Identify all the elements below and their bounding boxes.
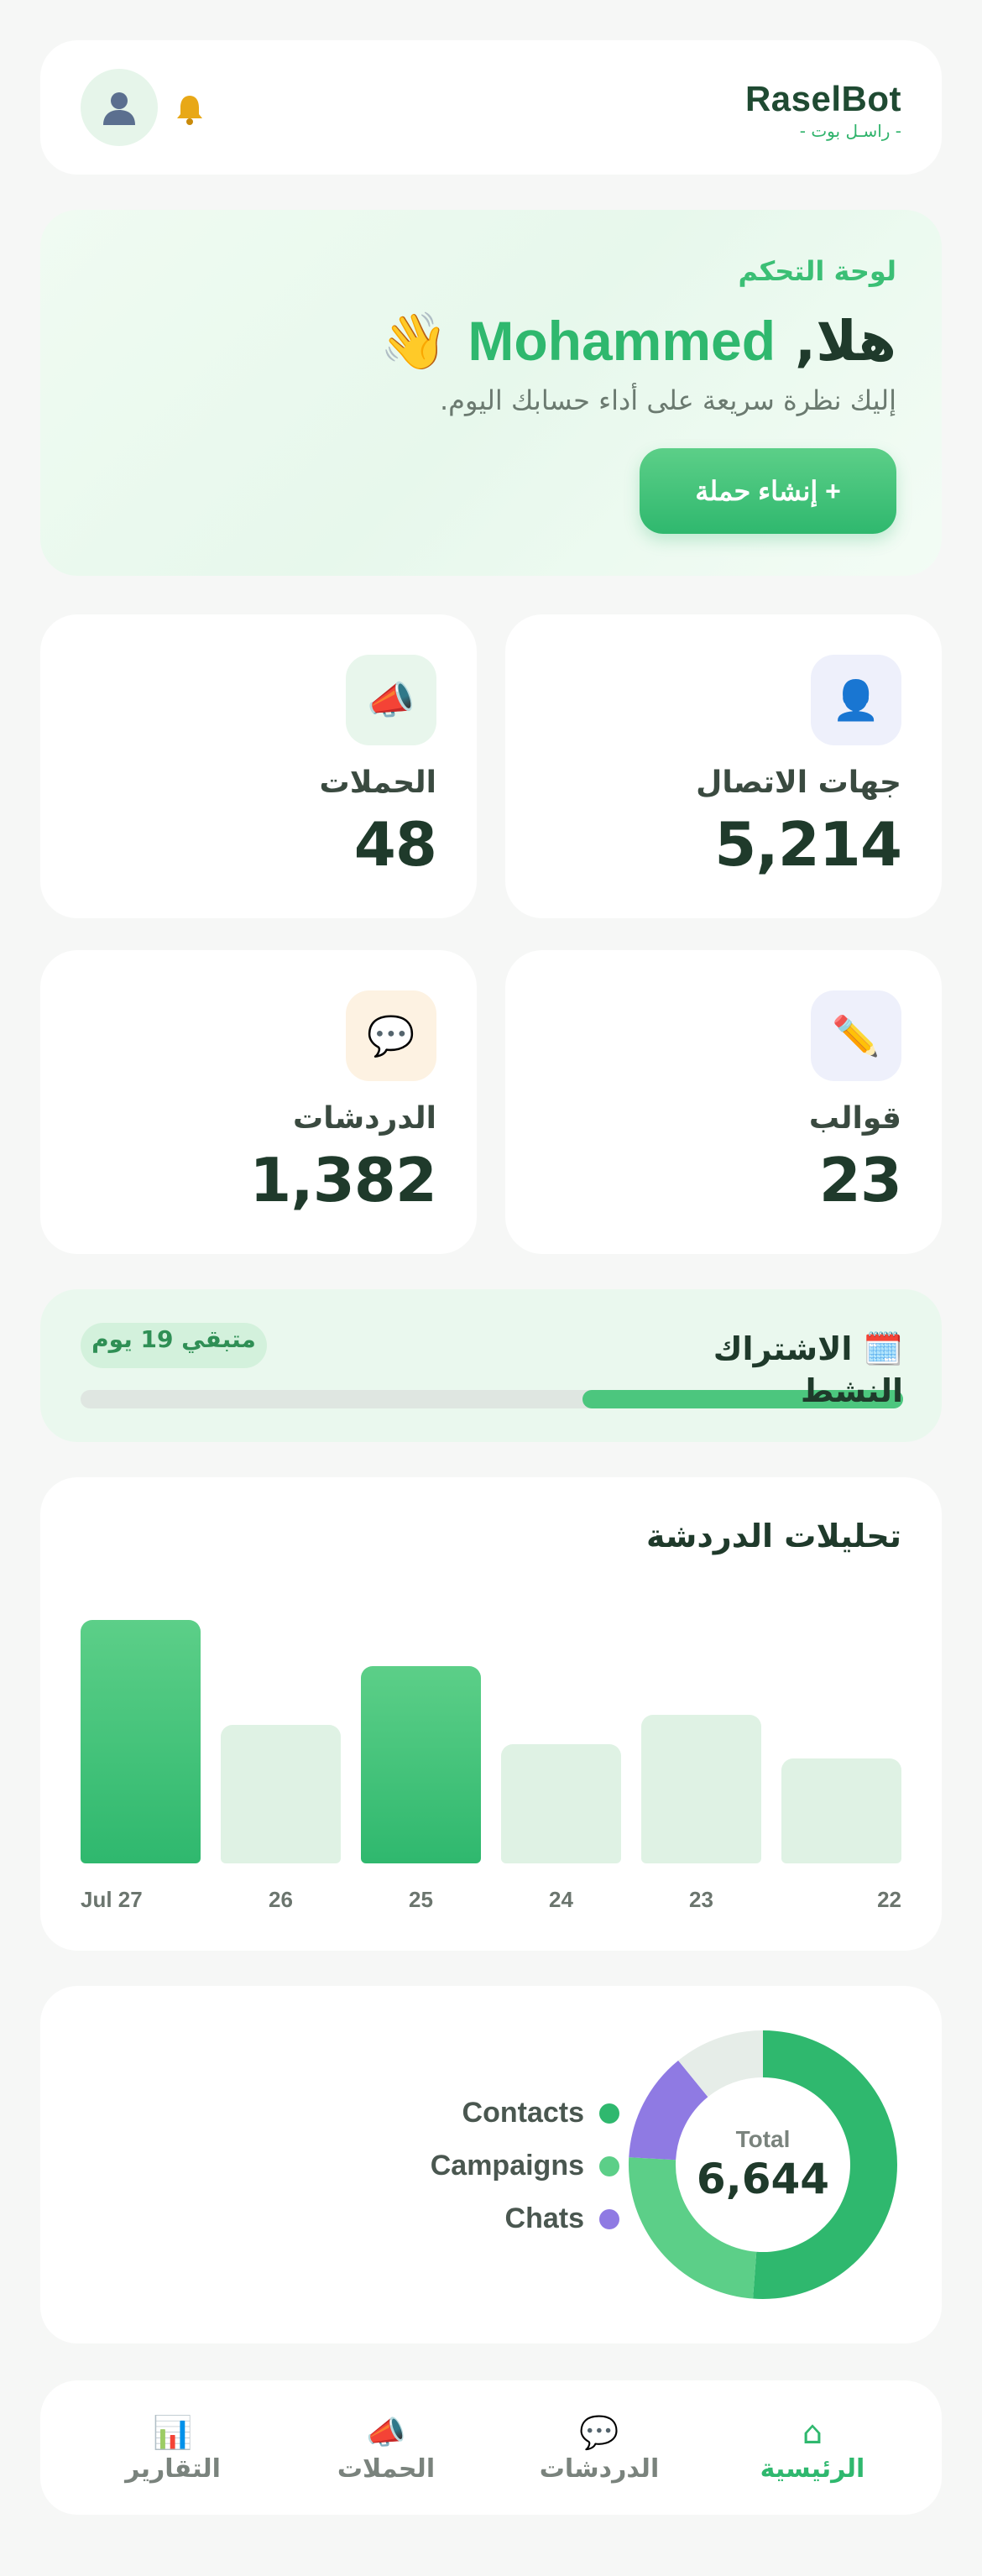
subscription-card[interactable]: 🗓️ الاشتراك النشط متبقي 19 يوم xyxy=(40,1289,942,1442)
speech-bubble-icon: 💬 xyxy=(579,2414,619,2451)
stat-label: جهات الاتصال xyxy=(696,765,901,800)
brand-subtitle: - راسـل بوت - xyxy=(799,121,901,141)
donut-chart: Total 6,644 xyxy=(624,2026,901,2303)
bar-25[interactable] xyxy=(361,1666,481,1863)
calendar-icon: 🗓️ xyxy=(863,1330,903,1367)
donut-legend: Contacts Campaigns Chats xyxy=(393,2087,619,2245)
analytics-title: تحليلات الدردشة xyxy=(646,1518,901,1554)
user-icon xyxy=(103,92,135,125)
x-tick-label: 23 xyxy=(689,1887,713,1912)
dashboard-label: لوحة التحكم xyxy=(738,255,897,287)
nav-label: الرئيسية xyxy=(760,2454,865,2484)
hero-subtitle: إليك نظرة سريعة على أداء حسابك اليوم. xyxy=(439,384,896,416)
avatar[interactable] xyxy=(81,69,158,146)
subscription-title: 🗓️ الاشتراك النشط xyxy=(702,1328,903,1412)
stat-card-chats[interactable]: 💬 الدردشات 1,382 xyxy=(40,950,477,1254)
megaphone-icon: 📣 xyxy=(366,2414,406,2451)
legend-dot xyxy=(599,2155,619,2176)
greeting-heading: هلا, Mohammed 👋 xyxy=(379,309,896,374)
stat-value: 5,214 xyxy=(714,809,902,880)
bell-icon xyxy=(177,96,202,125)
stat-label: الدردشات xyxy=(293,1101,436,1136)
donut-center-value: 6,644 xyxy=(696,2155,830,2203)
megaphone-icon: 📣 xyxy=(346,655,436,745)
create-campaign-button[interactable]: + إنشاء حملة xyxy=(640,448,896,534)
app-header: RaselBot - راسـل بوت - xyxy=(40,40,942,175)
x-tick-label: Jul 27 xyxy=(81,1887,143,1912)
bar-24[interactable] xyxy=(501,1743,621,1863)
x-tick-label: 25 xyxy=(409,1887,433,1912)
greeting-prefix: هلا, xyxy=(795,309,896,374)
x-tick-label: 22 xyxy=(877,1887,901,1912)
legend-label: Campaigns xyxy=(430,2150,584,2182)
nav-item-chats[interactable]: 💬 الدردشات xyxy=(524,2414,675,2484)
brand-logo[interactable]: RaselBot - راسـل بوت - xyxy=(745,79,901,141)
stat-card-contacts[interactable]: 👤 جهات الاتصال 5,214 xyxy=(505,614,942,918)
wave-icon: 👋 xyxy=(379,309,449,374)
legend-dot xyxy=(599,2103,619,2124)
nav-label: الدردشات xyxy=(539,2454,660,2484)
bar-chart-icon: 📊 xyxy=(153,2414,193,2451)
bar-26[interactable] xyxy=(221,1724,341,1863)
legend-label: Chats xyxy=(504,2202,584,2234)
bar-chart xyxy=(81,1603,901,1863)
legend-item-chats: Chats xyxy=(393,2192,619,2245)
stat-card-campaigns[interactable]: 📣 الحملات 48 xyxy=(40,614,477,918)
speech-bubble-icon: 💬 xyxy=(346,990,436,1081)
chat-analytics-card: تحليلات الدردشة Jul 27 26 25 24 23 22 xyxy=(40,1477,942,1951)
nav-item-home[interactable]: ⌂ الرئيسية xyxy=(737,2414,888,2484)
stat-label: قوالب xyxy=(808,1101,901,1136)
notification-button[interactable] xyxy=(171,91,208,128)
donut-center: Total 6,644 xyxy=(624,2026,901,2303)
bar-23[interactable] xyxy=(641,1715,761,1863)
welcome-hero: لوحة التحكم هلا, Mohammed 👋 إليك نظرة سر… xyxy=(40,210,942,576)
stat-card-templates[interactable]: ✏️ قوالب 23 xyxy=(505,950,942,1254)
legend-label: Contacts xyxy=(462,2097,584,2129)
stat-label: الحملات xyxy=(319,765,436,800)
contacts-icon: 👤 xyxy=(811,655,901,745)
user-name: Mohammed xyxy=(467,310,776,372)
x-tick-label: 26 xyxy=(269,1887,293,1912)
nav-label: التقارير xyxy=(125,2454,221,2484)
pencil-icon: ✏️ xyxy=(811,990,901,1081)
bottom-navigation: ⌂ الرئيسية 💬 الدردشات 📣 الحملات 📊 التقار… xyxy=(40,2380,942,2515)
nav-item-reports[interactable]: 📊 التقارير xyxy=(97,2414,248,2484)
brand-title: RaselBot xyxy=(744,79,901,118)
x-tick-label: 24 xyxy=(549,1887,573,1912)
donut-center-label: Total xyxy=(735,2126,791,2152)
legend-item-contacts: Contacts xyxy=(393,2087,619,2140)
nav-item-campaigns[interactable]: 📣 الحملات xyxy=(311,2414,462,2484)
days-remaining-badge: متبقي 19 يوم xyxy=(81,1323,267,1368)
stat-value: 48 xyxy=(353,809,437,880)
legend-dot xyxy=(599,2208,619,2229)
home-icon: ⌂ xyxy=(802,2414,823,2451)
stat-value: 23 xyxy=(818,1145,902,1215)
bar-22[interactable] xyxy=(781,1758,901,1863)
totals-card: Total 6,644 Contacts Campaigns Chats xyxy=(40,1986,942,2343)
nav-label: الحملات xyxy=(337,2454,436,2484)
stat-value: 1,382 xyxy=(249,1145,437,1215)
bar-jul-27[interactable] xyxy=(81,1620,201,1863)
legend-item-campaigns: Campaigns xyxy=(393,2140,619,2192)
